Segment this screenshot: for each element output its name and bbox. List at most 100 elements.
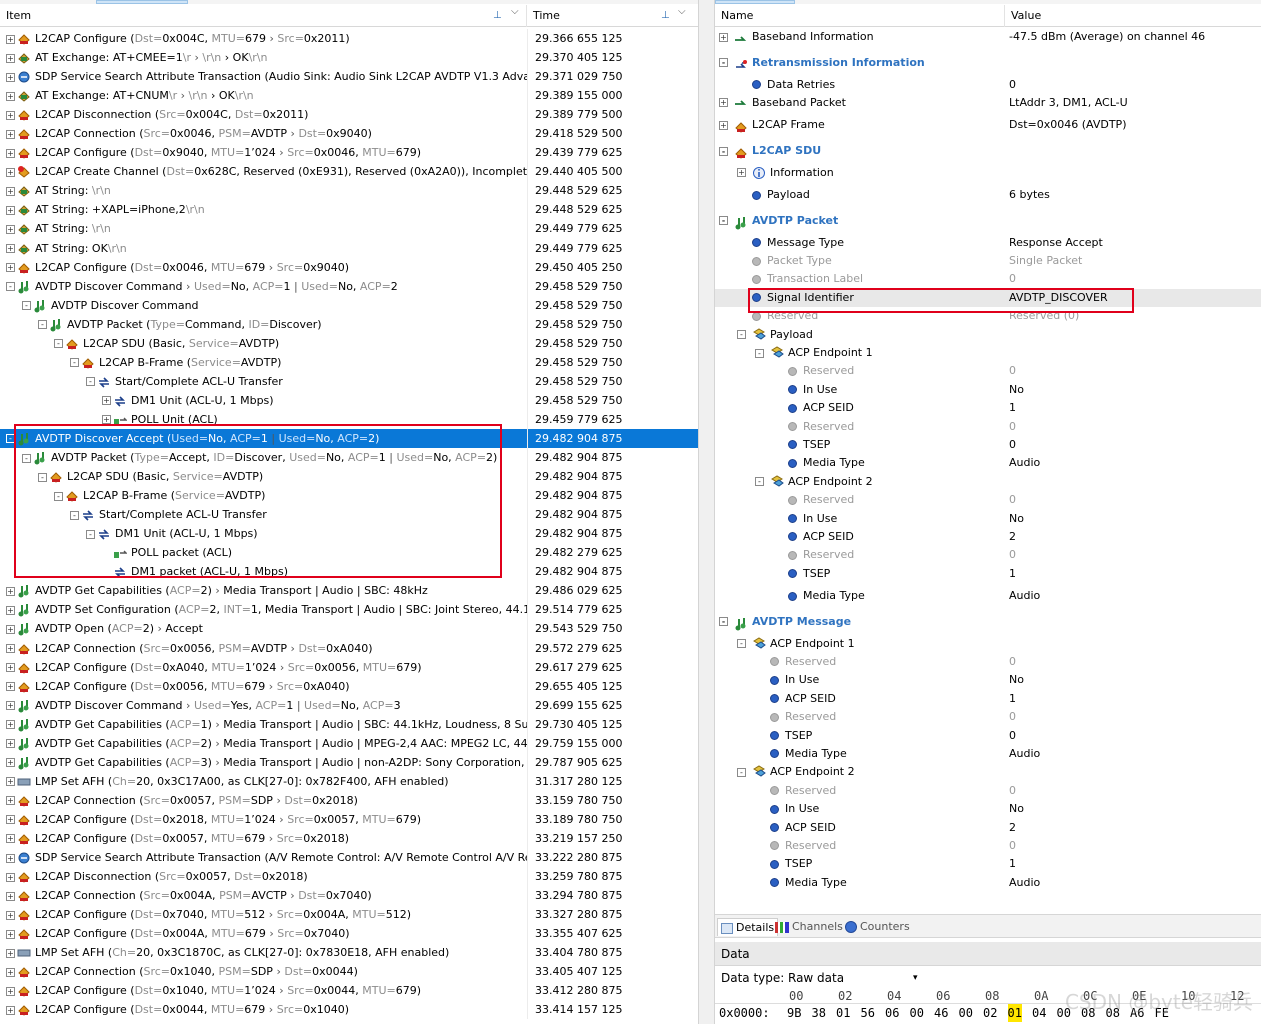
detail-row[interactable]: Reserved 0 — [715, 546, 1261, 564]
expand-icon[interactable]: + — [6, 701, 15, 711]
packet-row[interactable]: + L2CAP Configure (Dst=0x004C, MTU=679 › … — [0, 29, 698, 49]
detail-row[interactable]: Signal Identifier AVDTP_DISCOVER — [715, 288, 1261, 308]
detail-row[interactable]: TSEP 0 — [715, 727, 1261, 745]
data-type-select[interactable]: Raw data — [785, 969, 923, 987]
packet-row[interactable]: + L2CAP Connection (Src=0x0056, PSM=AVDTP… — [0, 638, 698, 658]
packet-row[interactable]: + AVDTP Get Capabilities (ACP=2) › Media … — [0, 581, 698, 601]
packet-row[interactable]: - Start/Complete ACL-U Transfer 29.458 529… — [0, 371, 698, 391]
expand-icon[interactable]: + — [6, 929, 15, 939]
expand-icon[interactable]: + — [6, 891, 15, 901]
packet-row[interactable]: - DM1 Unit (ACL-U, 1 Mbps) 29.482 904 875 — [0, 524, 698, 544]
packet-row[interactable]: + L2CAP Create Channel (Dst=0x628C, Reser… — [0, 162, 698, 182]
packet-row[interactable]: + L2CAP Configure (Dst=0x1040, MTU=1’024 … — [0, 981, 698, 1001]
expand-icon[interactable]: + — [6, 758, 15, 768]
tab-channels[interactable]: Channels — [775, 918, 843, 936]
detail-row[interactable]: - ACP Endpoint 1 — [715, 635, 1261, 653]
expand-icon[interactable]: + — [6, 624, 15, 634]
detail-row[interactable]: - L2CAP SDU — [715, 138, 1261, 164]
expand-icon[interactable]: + — [102, 415, 111, 425]
hex-byte[interactable]: 06 — [885, 1004, 899, 1022]
packet-row[interactable]: + L2CAP Connection (Src=0x0057, PSM=SDP ›… — [0, 790, 698, 810]
expand-icon[interactable]: + — [6, 796, 15, 806]
packet-row[interactable]: + L2CAP Configure (Dst=0x0057, MTU=679 › … — [0, 828, 698, 849]
detail-row[interactable]: + L2CAP Frame Dst=0x0046 (AVDTP) — [715, 112, 1261, 138]
packet-row[interactable]: DM1 packet (ACL-U, 1 Mbps) 29.482 904 875 — [0, 562, 698, 582]
expand-icon[interactable]: + — [6, 853, 15, 863]
packet-row[interactable]: + LMP Set AFH (Ch=20, 0x3C17A00, as CLK[2… — [0, 771, 698, 791]
detail-row[interactable]: Media Type Audio — [715, 583, 1261, 609]
detail-row[interactable]: In Use No — [715, 671, 1261, 689]
expand-icon[interactable]: + — [6, 244, 15, 254]
expand-icon[interactable]: + — [6, 148, 15, 158]
detail-row[interactable]: In Use No — [715, 510, 1261, 528]
packet-row[interactable]: + AVDTP Discover Command › Used=Yes, ACP=… — [0, 695, 698, 715]
packet-row[interactable]: + L2CAP Configure (Dst=0x2018, MTU=1’024 … — [0, 809, 698, 829]
hex-byte[interactable]: 04 — [1032, 1004, 1046, 1022]
packet-row[interactable]: + L2CAP Disconnection (Src=0x004C, Dst=0x… — [0, 105, 698, 125]
expand-icon[interactable]: + — [6, 777, 15, 787]
collapse-icon[interactable]: - — [737, 639, 746, 649]
detail-row[interactable]: ACP SEID 2 — [715, 819, 1261, 837]
hex-byte[interactable]: 9B — [787, 1004, 801, 1022]
packet-row[interactable]: + AT String: \r\n 29.449 779 625 — [0, 219, 698, 239]
detail-row[interactable]: Transaction Label 0 — [715, 270, 1261, 288]
packet-row[interactable]: + AT String: OK\r\n 29.449 779 625 — [0, 238, 698, 258]
top-tab[interactable] — [96, 0, 188, 4]
detail-row[interactable]: TSEP 0 — [715, 436, 1261, 454]
packet-row[interactable]: + AT String: \r\n 29.448 529 625 — [0, 181, 698, 201]
detail-row[interactable]: + Baseband Information -47.5 dBm (Average)… — [715, 24, 1261, 50]
packet-row[interactable]: - L2CAP B-Frame (Service=AVDTP) 29.482 904… — [0, 486, 698, 506]
dropdown-caret-icon[interactable]: ▾ — [913, 968, 918, 988]
packet-row[interactable]: - AVDTP Discover Command › Used=No, ACP=1… — [0, 276, 698, 296]
expand-icon[interactable]: + — [737, 168, 746, 178]
packet-row[interactable]: + SDP Service Search Attribute Transactio… — [0, 67, 698, 87]
detail-row[interactable]: TSEP 1 — [715, 565, 1261, 583]
packet-row[interactable]: + L2CAP Configure (Dst=0x7040, MTU=512 › … — [0, 905, 698, 925]
expand-icon[interactable]: + — [6, 263, 15, 273]
detail-row[interactable]: - ACP Endpoint 2 — [715, 763, 1261, 781]
hex-byte[interactable]: 02 — [983, 1004, 997, 1022]
detail-row[interactable]: In Use No — [715, 381, 1261, 399]
hex-byte[interactable]: 46 — [934, 1004, 948, 1022]
detail-row[interactable]: Message Type Response Accept — [715, 234, 1261, 252]
collapse-icon[interactable]: - — [86, 377, 95, 387]
packet-row[interactable]: - AVDTP Packet (Type=Command, ID=Discover… — [0, 314, 698, 334]
expand-icon[interactable]: + — [6, 948, 15, 958]
packet-row[interactable]: + AVDTP Get Capabilities (ACP=2) › Media … — [0, 733, 698, 753]
packet-row[interactable]: - AVDTP Packet (Type=Accept, ID=Discover,… — [0, 448, 698, 468]
packet-row[interactable]: + AVDTP Get Capabilities (ACP=3) › Media … — [0, 752, 698, 772]
packet-row[interactable]: + L2CAP Connection (Src=0x0046, PSM=AVDTP… — [0, 124, 698, 144]
detail-row[interactable]: Reserved 0 — [715, 782, 1261, 800]
collapse-icon[interactable]: - — [719, 146, 728, 156]
collapse-icon[interactable]: - — [6, 282, 15, 292]
collapse-icon[interactable]: - — [755, 477, 764, 487]
detail-row[interactable]: Reserved 0 — [715, 708, 1261, 726]
column-header-time[interactable]: Time — [527, 5, 698, 27]
packet-row[interactable]: - L2CAP SDU (Basic, Service=AVDTP) 29.458 … — [0, 333, 698, 353]
detail-row[interactable]: Data Retries 0 — [715, 76, 1261, 94]
detail-row[interactable]: ACP SEID 1 — [715, 690, 1261, 708]
collapse-icon[interactable]: - — [38, 320, 47, 330]
detail-row[interactable]: - Retransmission Information — [715, 50, 1261, 76]
detail-row[interactable]: Reserved 0 — [715, 491, 1261, 509]
expand-icon[interactable]: + — [6, 815, 15, 825]
detail-row[interactable]: In Use No — [715, 800, 1261, 818]
column-header-item[interactable]: Item — [0, 5, 527, 27]
packet-row[interactable]: + AVDTP Set Configuration (ACP=2, INT=1, … — [0, 600, 698, 620]
packet-row[interactable]: - AVDTP Discover Accept (Used=No, ACP=1 |… — [0, 428, 698, 449]
detail-row[interactable]: Reserved 0 — [715, 653, 1261, 671]
collapse-icon[interactable]: - — [38, 472, 47, 482]
packet-row[interactable]: + POLL Unit (ACL) 29.459 779 625 — [0, 409, 698, 429]
packet-row[interactable]: + L2CAP Configure (Dst=0x0044, MTU=679 › … — [0, 1000, 698, 1020]
hex-byte[interactable]: 56 — [861, 1004, 875, 1022]
expand-icon[interactable]: + — [6, 167, 15, 177]
collapse-icon[interactable]: - — [737, 330, 746, 340]
detail-row[interactable]: + Information — [715, 164, 1261, 182]
packet-row[interactable]: + SDP Service Search Attribute Transactio… — [0, 848, 698, 868]
tab-counters[interactable]: Counters — [845, 918, 910, 936]
hex-byte[interactable]: 01 — [1007, 1004, 1022, 1022]
expand-icon[interactable]: + — [6, 34, 15, 44]
packet-row[interactable]: + AT Exchange: AT+CNUM\r › \r\n › OK\r\n 2… — [0, 86, 698, 106]
expand-icon[interactable]: + — [719, 98, 728, 108]
packet-row[interactable]: + AVDTP Open (ACP=2) › Accept 29.543 529 7… — [0, 619, 698, 639]
